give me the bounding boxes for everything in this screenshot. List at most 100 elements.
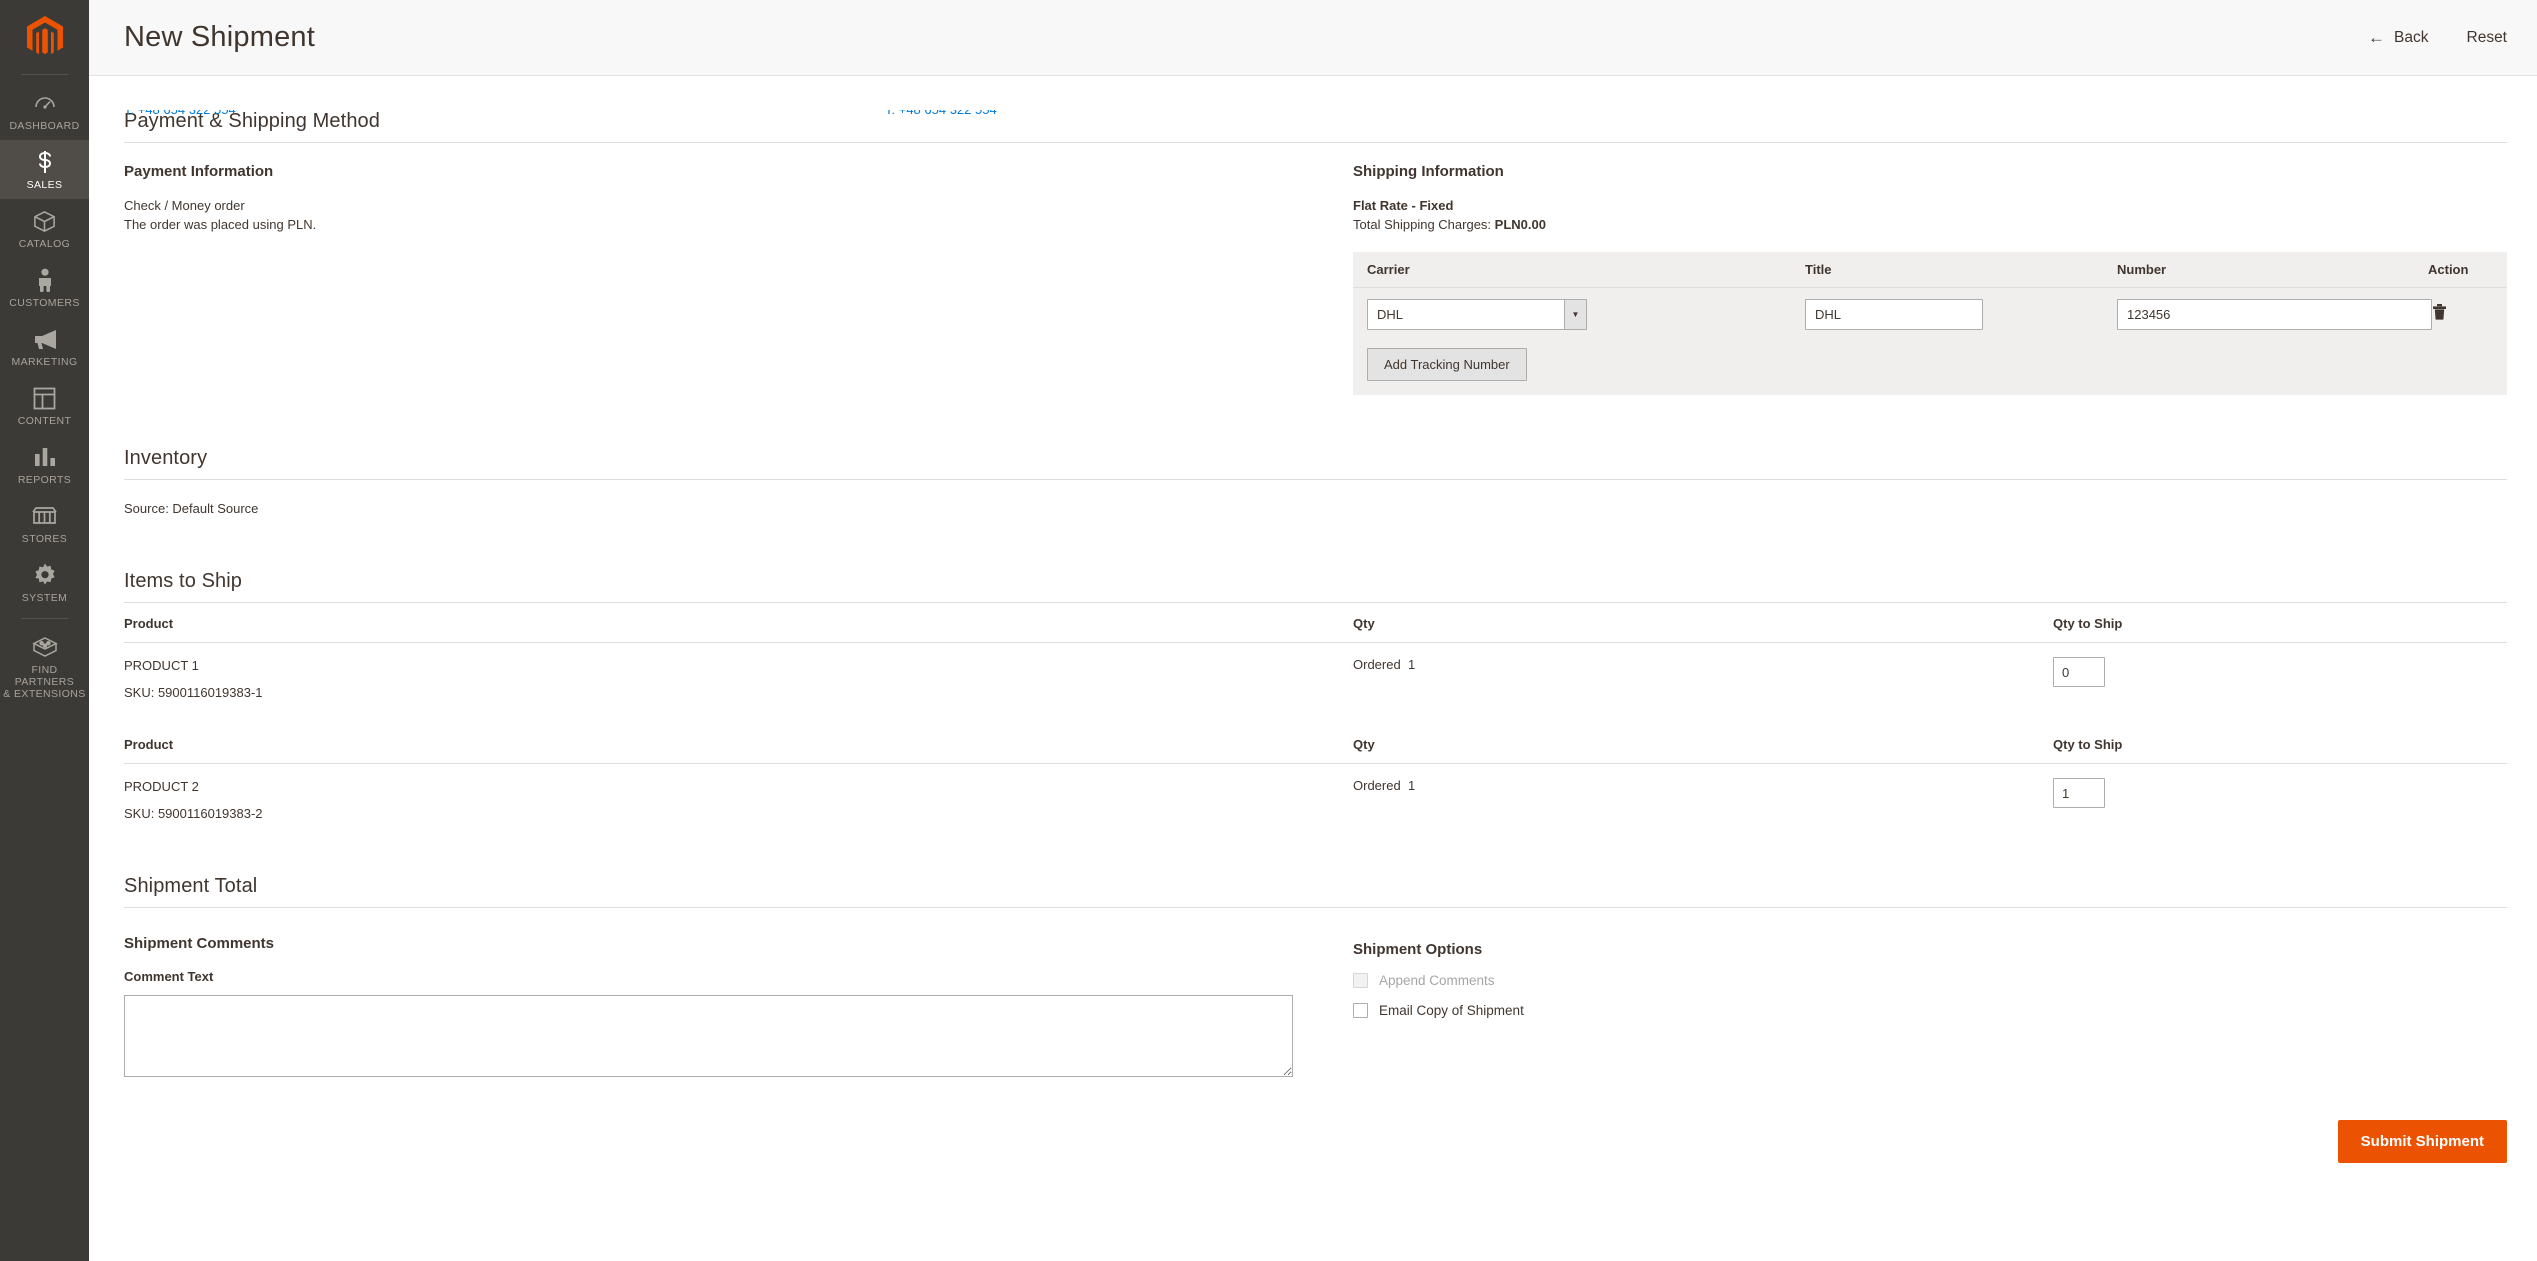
item-qty-label-2: Ordered [1353, 778, 1401, 793]
main-sidebar: DASHBOARD SALES CATALOG [0, 0, 89, 1261]
item-qty-cell-2: Ordered 1 [1353, 764, 2053, 846]
layout-icon [33, 385, 56, 411]
shipment-total-section-title: Shipment Total [124, 875, 2507, 908]
page-header: New Shipment ← Back Reset [89, 0, 2537, 76]
sidebar-label-dashboard: DASHBOARD [9, 120, 79, 132]
extensions-icon [32, 634, 58, 660]
item-product-sku-1: SKU: 5900116019383-1 [124, 684, 1353, 702]
item-qtyship-cell-2 [2053, 764, 2507, 846]
sidebar-label-stores: STORES [22, 533, 67, 545]
item-qtyship-cell-1 [2053, 643, 2507, 725]
sidebar-label-system: SYSTEM [22, 592, 68, 604]
items-header-group-1: Product Qty Qty to Ship [124, 603, 2507, 643]
shipping-information-block: Shipping Information Flat Rate - Fixed T… [1353, 163, 2507, 395]
qty-to-ship-input-2[interactable] [2053, 778, 2105, 808]
reset-button[interactable]: Reset [2467, 29, 2508, 47]
items-col-qtyship-1: Qty to Ship [2053, 603, 2507, 643]
carrier-select[interactable] [1367, 299, 1587, 330]
shipment-comments-heading: Shipment Comments [124, 935, 1353, 952]
sidebar-divider-top [21, 74, 68, 75]
sidebar-item-system[interactable]: SYSTEM [0, 553, 89, 612]
carrier-select-wrap[interactable]: ▼ [1367, 299, 1587, 330]
storefront-icon [32, 503, 57, 529]
tracking-title-input[interactable] [1805, 299, 1983, 330]
sidebar-item-stores[interactable]: STORES [0, 494, 89, 553]
submit-row: Submit Shipment [124, 1120, 2507, 1163]
append-comments-option: Append Comments [1353, 973, 2507, 988]
person-icon [36, 267, 54, 293]
item-product-cell-1: PRODUCT 1 SKU: 5900116019383-1 [124, 643, 1353, 725]
tracking-col-carrier: Carrier [1367, 262, 1805, 277]
inventory-source-text: Source: Default Source [124, 499, 2507, 518]
shipment-options-heading: Shipment Options [1353, 941, 2507, 958]
tracking-action-cell [2432, 303, 2507, 326]
items-col-product-1: Product [124, 603, 1353, 643]
sidebar-item-dashboard[interactable]: DASHBOARD [0, 81, 89, 140]
sidebar-label-catalog: CATALOG [19, 238, 70, 250]
trash-icon [2432, 309, 2447, 324]
sidebar-item-find-partners-extensions[interactable]: FIND PARTNERS & EXTENSIONS [0, 625, 89, 708]
tracking-carrier-cell: ▼ [1367, 299, 1805, 330]
append-comments-label: Append Comments [1379, 973, 1495, 988]
sidebar-item-reports[interactable]: REPORTS [0, 435, 89, 494]
chevron-down-icon[interactable]: ▼ [1564, 299, 1587, 330]
qty-to-ship-input-1[interactable] [2053, 657, 2105, 687]
shipping-charges-label: Total Shipping Charges: [1353, 217, 1491, 232]
reset-button-label: Reset [2467, 29, 2508, 47]
table-header-row: Product Qty Qty to Ship [124, 603, 2507, 643]
add-tracking-number-button[interactable]: Add Tracking Number [1367, 348, 1527, 381]
arrow-left-icon: ← [2368, 29, 2385, 46]
sidebar-item-catalog[interactable]: CATALOG [0, 199, 89, 258]
item-product-name-2: PRODUCT 2 [124, 778, 1353, 796]
items-col-qtyship-2: Qty to Ship [2053, 724, 2507, 764]
billing-phone-link[interactable]: T: +48 654 322 554 [124, 110, 236, 117]
sidebar-label-find-partners-1: FIND PARTNERS [15, 664, 74, 688]
shipment-options-block: Shipment Options Append Comments Email C… [1353, 935, 2507, 1082]
box-icon [32, 208, 57, 234]
sidebar-label-reports: REPORTS [18, 474, 71, 486]
sidebar-label-sales: SALES [27, 179, 63, 191]
tracking-table-row: ▼ [1353, 288, 2507, 340]
delete-tracking-button[interactable] [2432, 303, 2447, 321]
sidebar-label-find-partners-2: & EXTENSIONS [3, 688, 85, 700]
magento-logo[interactable] [0, 6, 89, 68]
shipping-method-text: Flat Rate - Fixed [1353, 198, 1453, 213]
item-qty-label-1: Ordered [1353, 657, 1401, 672]
item-product-sku-2: SKU: 5900116019383-2 [124, 805, 1353, 823]
shipping-charges-value: PLN0.00 [1495, 217, 1546, 232]
table-header-row: Product Qty Qty to Ship [124, 724, 2507, 764]
tracking-col-number: Number [2117, 262, 2428, 277]
email-copy-label: Email Copy of Shipment [1379, 1003, 1524, 1018]
tracking-number-panel: Carrier Title Number Action ▼ [1353, 252, 2507, 395]
item-qty-cell-1: Ordered 1 [1353, 643, 2053, 725]
gear-icon [33, 562, 57, 588]
items-to-ship-section-title: Items to Ship [124, 570, 2507, 603]
item-product-name-1: PRODUCT 1 [124, 657, 1353, 675]
tracking-title-cell [1805, 299, 2117, 330]
page-content: T: +48 654 322 554 T: +48 654 322 554 Pa… [89, 110, 2537, 1163]
inventory-section-title: Inventory [124, 447, 2507, 480]
comment-text-label: Comment Text [124, 969, 213, 984]
sidebar-item-customers[interactable]: CUSTOMERS [0, 258, 89, 317]
sidebar-item-content[interactable]: CONTENT [0, 376, 89, 435]
items-header-group-2: Product Qty Qty to Ship [124, 724, 2507, 764]
item-qty-value-1: 1 [1408, 657, 1415, 672]
sidebar-item-marketing[interactable]: MARKETING [0, 317, 89, 376]
email-copy-option[interactable]: Email Copy of Shipment [1353, 1003, 2507, 1018]
shipping-phone-link[interactable]: T: +48 654 322 554 [885, 110, 997, 117]
items-col-qty-1: Qty [1353, 603, 2053, 643]
append-comments-checkbox [1353, 973, 1368, 988]
comment-text-input[interactable] [124, 995, 1293, 1077]
sidebar-item-sales[interactable]: SALES [0, 140, 89, 199]
tracking-number-input[interactable] [2117, 299, 2432, 330]
bar-chart-icon [33, 444, 57, 470]
back-button[interactable]: ← Back [2368, 29, 2428, 47]
items-col-product-2: Product [124, 724, 1353, 764]
sidebar-label-marketing: MARKETING [11, 356, 77, 368]
submit-shipment-button[interactable]: Submit Shipment [2338, 1120, 2507, 1163]
shipping-information-heading: Shipping Information [1353, 163, 2507, 180]
header-actions: ← Back Reset [2368, 29, 2507, 47]
cutoff-address-row: T: +48 654 322 554 T: +48 654 322 554 [124, 110, 2507, 122]
tracking-table-header: Carrier Title Number Action [1353, 252, 2507, 288]
email-copy-checkbox[interactable] [1353, 1003, 1368, 1018]
